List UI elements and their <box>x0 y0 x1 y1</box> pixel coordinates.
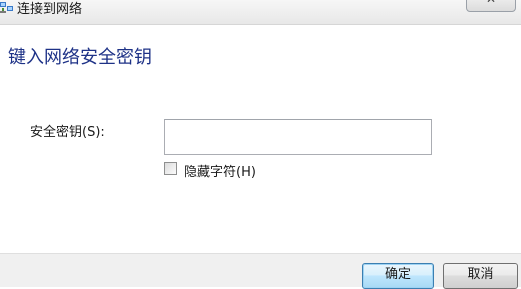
close-icon: ✕ <box>486 0 496 5</box>
security-key-input[interactable] <box>164 119 432 155</box>
page-heading: 键入网络安全密钥 <box>8 47 152 68</box>
title-bar: 连接到网络 ✕ <box>0 0 521 25</box>
hide-characters-label[interactable]: 隐藏字符(H) <box>184 161 256 180</box>
cancel-button[interactable]: 取消 <box>443 263 518 289</box>
security-key-label: 安全密钥(S): <box>30 125 105 140</box>
button-bar: 确定 取消 <box>0 253 521 289</box>
network-connect-icon <box>0 2 13 13</box>
window-title: 连接到网络 <box>17 2 83 17</box>
ok-button[interactable]: 确定 <box>362 263 434 289</box>
hide-characters-checkbox[interactable] <box>164 162 177 175</box>
close-button[interactable]: ✕ <box>466 0 516 12</box>
